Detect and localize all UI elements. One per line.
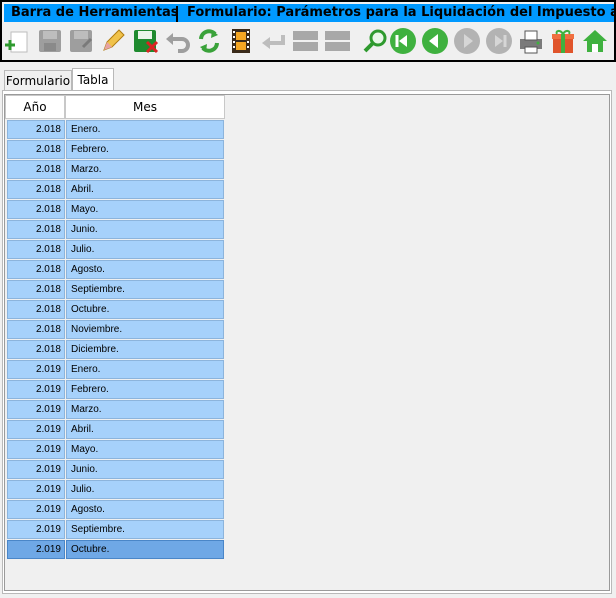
save-button[interactable] [35,26,65,56]
year-cell[interactable]: 2.018 [7,320,65,339]
first-icon [293,31,318,51]
form-title: Formulario: Parámetros para la Liquidaci… [187,5,614,20]
month-cell[interactable]: Diciembre. [66,340,224,359]
gift-button[interactable] [548,26,578,56]
month-cell[interactable]: Mayo. [66,440,224,459]
new-button[interactable] [2,26,32,56]
year-cell[interactable]: 2.019 [7,540,65,559]
print-button[interactable] [516,26,546,56]
refresh-button[interactable] [194,26,224,56]
column-header-year[interactable]: Año [5,95,65,119]
undo-icon [166,33,190,53]
search-button[interactable] [360,26,390,56]
year-cell[interactable]: 2.019 [7,420,65,439]
month-cell[interactable]: Abril. [66,180,224,199]
tab-tabla[interactable]: Tabla [72,68,114,91]
year-cell[interactable]: 2.018 [7,260,65,279]
edit-button[interactable] [98,26,128,56]
save-as-icon [70,30,93,52]
year-cell[interactable]: 2.018 [7,340,65,359]
year-cell[interactable]: 2.018 [7,180,65,199]
year-cell[interactable]: 2.019 [7,460,65,479]
save-as-button[interactable] [66,26,96,56]
month-cell[interactable]: Septiembre. [66,520,224,539]
toolbar-buttons [2,24,614,58]
month-cell[interactable]: Enero. [66,120,224,139]
year-cell[interactable]: 2.018 [7,160,65,179]
month-cell[interactable]: Agosto. [66,500,224,519]
month-cell[interactable]: Octubre. [66,540,224,559]
year-cell[interactable]: 2.019 [7,500,65,519]
year-cell[interactable]: 2.019 [7,480,65,499]
refresh-icon [199,29,219,53]
next-button[interactable] [452,26,482,56]
toolbar-title: Barra de Herramientas [11,5,179,20]
month-cell[interactable]: Julio. [66,240,224,259]
month-cell[interactable]: Febrero. [66,380,224,399]
month-cell[interactable]: Agosto. [66,260,224,279]
prev-button[interactable] [420,26,450,56]
last-icon [325,31,350,51]
prev-icon [422,28,448,54]
last-button[interactable] [322,26,352,56]
month-cell[interactable]: Noviembre. [66,320,224,339]
next-page-icon [486,28,512,54]
column-header-month[interactable]: Mes [65,95,225,119]
data-grid: Año Mes 2.018 Enero. 2.018 Febrero. 2.018 Mar… [4,94,610,591]
month-cell[interactable]: Mayo. [66,200,224,219]
month-cell[interactable]: Septiembre. [66,280,224,299]
year-cell[interactable]: 2.019 [7,440,65,459]
month-cell[interactable]: Marzo. [66,400,224,419]
year-cell[interactable]: 2.018 [7,220,65,239]
home-button[interactable] [580,26,610,56]
year-cell[interactable]: 2.018 [7,140,65,159]
month-cell[interactable]: Enero. [66,360,224,379]
month-cell[interactable]: Junio. [66,460,224,479]
back-icon [262,35,285,49]
month-cell[interactable]: Junio. [66,220,224,239]
first-button[interactable] [290,26,320,56]
film-icon [232,29,250,53]
title-separator [176,6,178,22]
toolbar-title-bar: Barra de Herramientas Formulario: Paráme… [4,4,614,22]
tab-formulario[interactable]: Formulario [4,70,72,90]
year-cell[interactable]: 2.018 [7,120,65,139]
month-cell[interactable]: Marzo. [66,160,224,179]
year-cell[interactable]: 2.018 [7,280,65,299]
month-cell[interactable]: Julio. [66,480,224,499]
delete-icon [134,30,159,54]
prev-page-icon [390,28,416,54]
month-cell[interactable]: Abril. [66,420,224,439]
month-cell[interactable]: Febrero. [66,140,224,159]
back-button[interactable] [258,26,288,56]
next-icon [454,28,480,54]
year-cell[interactable]: 2.019 [7,380,65,399]
save-icon [39,30,61,52]
year-cell[interactable]: 2.019 [7,400,65,419]
home-icon [583,30,607,52]
year-cell[interactable]: 2.018 [7,300,65,319]
film-button[interactable] [226,26,256,56]
print-icon [520,30,542,54]
search-icon [363,29,387,53]
month-cell[interactable]: Octubre. [66,300,224,319]
prev-page-button[interactable] [388,26,418,56]
toolbar: Barra de Herramientas Formulario: Paráme… [0,0,616,62]
year-cell[interactable]: 2.018 [7,240,65,259]
gift-icon [552,30,574,53]
year-cell[interactable]: 2.018 [7,200,65,219]
year-cell[interactable]: 2.019 [7,520,65,539]
undo-button[interactable] [163,26,193,56]
next-page-button[interactable] [484,26,514,56]
edit-icon [103,29,125,51]
new-icon [5,31,28,53]
year-cell[interactable]: 2.019 [7,360,65,379]
delete-button[interactable] [131,26,161,56]
